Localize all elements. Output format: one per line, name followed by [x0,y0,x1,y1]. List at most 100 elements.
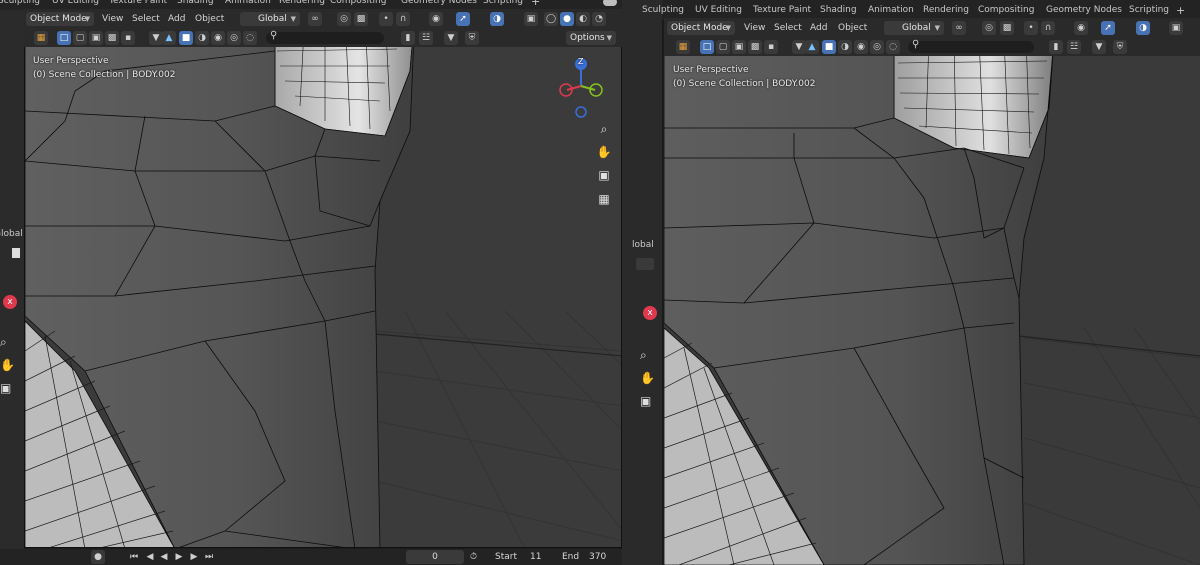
camera-view-icon[interactable]: ▣ [594,165,614,185]
end-value[interactable]: 370 [589,550,606,564]
filter-dropdown-icon[interactable]: ▼ [149,31,163,45]
select-mode-invert-icon[interactable]: ▩ [748,40,762,54]
tab-geometry-nodes[interactable]: Geometry Nodes [1046,5,1122,15]
start-value[interactable]: 11 [530,550,541,564]
tab-geometry-nodes[interactable]: Geometry Nodes [401,0,477,6]
select-mode-invert-icon[interactable]: ▩ [105,31,119,45]
select-mode-subtract-icon[interactable]: ▣ [732,40,746,54]
funnel-filter-icon[interactable]: ▼ [1092,40,1106,54]
tab-sculpting[interactable]: Sculpting [642,5,684,15]
left-viewport[interactable]: User Perspective (0) Scene Collection | … [24,10,622,548]
play-icon[interactable]: ▶ [172,550,186,564]
prev-keyframe-icon[interactable]: ◀ [143,550,157,564]
tab-scripting[interactable]: Scripting [1129,5,1169,15]
orientation-dropdown[interactable]: Global ▼ [884,21,944,35]
tab-shading[interactable]: Shading [820,5,857,15]
mesh-filter-icon[interactable]: ▲ [805,40,819,54]
visibility-icon[interactable]: ◉ [1074,21,1088,35]
select-mode-new-icon[interactable]: □ [57,31,71,45]
solid-shading-icon[interactable]: ● [560,12,574,26]
add-workspace-icon[interactable]: + [1176,4,1185,17]
snap-target-icon[interactable]: ▩ [354,12,368,26]
falloff-icon[interactable]: ∩ [396,12,410,26]
edge-hand-icon[interactable]: ✋ [640,371,655,385]
falloff-icon[interactable]: ∩ [1041,21,1055,35]
empty-filter-icon[interactable]: ◌ [886,40,900,54]
tab-uv-editing[interactable]: UV Editing [52,0,99,6]
pivot-icon[interactable]: • [379,12,393,26]
menu-add[interactable]: Add [168,12,185,26]
options-dropdown[interactable]: Options ▼ [566,31,616,45]
tab-animation[interactable]: Animation [225,0,271,6]
select-box-icon[interactable]: ▦ [676,40,690,54]
orientation-dropdown[interactable]: Global ▼ [240,12,300,26]
pan-hand-icon[interactable]: ✋ [594,142,614,162]
object-filter-icon[interactable]: ■ [179,31,193,45]
select-mode-intersect-icon[interactable]: ▪ [121,31,135,45]
tab-texture-paint[interactable]: Texture Paint [753,5,811,15]
mode-dropdown[interactable]: Object Mode ▼ [26,12,94,26]
grid-toggle-icon[interactable]: ▦ [594,189,614,209]
funnel-filter-icon[interactable]: ▼ [444,31,458,45]
camera-filter-icon[interactable]: ◉ [211,31,225,45]
play-reverse-icon[interactable]: ◀ [157,550,171,564]
menu-view[interactable]: View [102,12,123,26]
xray-icon[interactable]: ▣ [524,12,538,26]
edge-view-icon[interactable] [636,258,654,270]
snap-icon[interactable]: ∞ [308,12,322,26]
menu-add[interactable]: Add [810,21,827,35]
menu-view[interactable]: View [744,21,765,35]
visibility-icon[interactable]: ◉ [429,12,443,26]
object-filter-icon[interactable]: ■ [822,40,836,54]
shield-icon[interactable]: ⛨ [1113,40,1127,54]
tab-animation[interactable]: Animation [868,5,914,15]
snap-icon[interactable]: ∞ [952,21,966,35]
xray-icon[interactable]: ▣ [1169,21,1183,35]
navigation-gizmo[interactable] [551,56,611,126]
proportional-edit-icon[interactable]: ◎ [982,21,996,35]
record-icon[interactable]: ● [91,550,105,564]
bookmark-icon[interactable]: ▮ [1049,40,1063,54]
mode-dropdown[interactable]: Object Mode ▼ [667,21,735,35]
mesh-filter-icon[interactable]: ▲ [162,31,176,45]
edge-camera-icon[interactable]: ▣ [640,394,651,408]
bookmark-icon[interactable]: ▮ [401,31,415,45]
tab-rendering[interactable]: Rendering [279,0,325,6]
search-input[interactable] [266,32,384,44]
edge-camera-icon[interactable]: ▣ [0,381,11,395]
light-filter-icon[interactable]: ◑ [838,40,852,54]
overlay-toggle-icon[interactable]: ◑ [490,12,504,26]
select-mode-subtract-icon[interactable]: ▣ [89,31,103,45]
jump-start-icon[interactable]: ⏮ [127,550,141,564]
other-filter-icon[interactable]: ◎ [227,31,241,45]
rendered-shading-icon[interactable]: ◔ [592,12,606,26]
select-mode-extend-icon[interactable]: ▢ [716,40,730,54]
menu-select[interactable]: Select [774,21,802,35]
edge-x-axis-icon[interactable]: x [3,295,17,309]
tab-compositing[interactable]: Compositing [330,0,386,6]
edge-hand-icon[interactable]: ✋ [0,358,15,372]
hierarchy-icon[interactable]: ☳ [1067,40,1081,54]
next-keyframe-icon[interactable]: ▶ [187,550,201,564]
tab-texture-paint[interactable]: Texture Paint [109,0,167,6]
zoom-icon[interactable]: ⌕ [594,119,614,139]
tab-rendering[interactable]: Rendering [923,5,969,15]
search-input[interactable] [908,41,1034,53]
select-mode-extend-icon[interactable]: ▢ [73,31,87,45]
material-shading-icon[interactable]: ◐ [576,12,590,26]
tab-compositing[interactable]: Compositing [978,5,1034,15]
tab-uv-editing[interactable]: UV Editing [695,5,742,15]
hierarchy-icon[interactable]: ☳ [419,31,433,45]
other-filter-icon[interactable]: ◎ [870,40,884,54]
select-mode-intersect-icon[interactable]: ▪ [764,40,778,54]
gizmo-toggle-icon[interactable]: ➚ [456,12,470,26]
edge-bookmark-icon[interactable] [12,248,20,258]
edge-x-axis-icon[interactable]: x [643,306,657,320]
wireframe-shading-icon[interactable]: ◯ [544,12,558,26]
filter-dropdown-icon[interactable]: ▼ [792,40,806,54]
gizmo-toggle-icon[interactable]: ➚ [1101,21,1115,35]
camera-filter-icon[interactable]: ◉ [854,40,868,54]
select-box-icon[interactable]: ▦ [34,31,48,45]
tab-shading[interactable]: Shading [177,0,214,6]
pivot-icon[interactable]: • [1024,21,1038,35]
